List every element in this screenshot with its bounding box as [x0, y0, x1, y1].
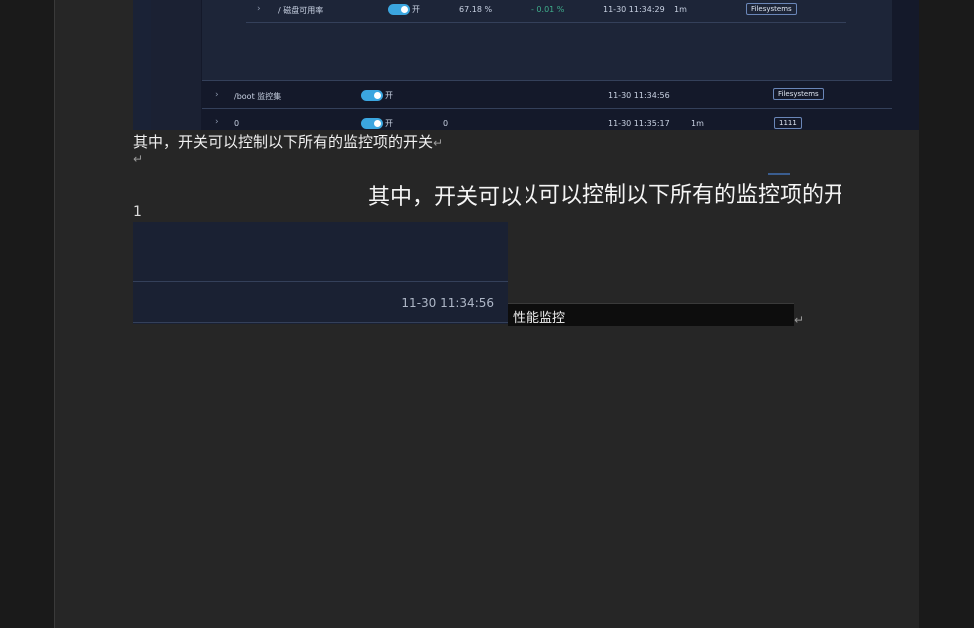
return-mark: ↵ — [794, 313, 805, 327]
toggle-switch[interactable] — [388, 4, 410, 15]
toggle-label: 开 — [412, 5, 420, 14]
return-mark: ↵ — [133, 152, 144, 166]
large-text-left: 其中，开关可以 — [368, 185, 523, 210]
row-divider — [133, 281, 508, 282]
right-margin — [919, 0, 974, 628]
toggle-label: 开 — [385, 91, 393, 100]
toggle-label: 开 — [385, 119, 393, 128]
metric-time: 11-30 11:34:29 — [603, 5, 665, 14]
chevron-right-icon[interactable]: › — [257, 4, 261, 14]
toggle-switch[interactable] — [361, 118, 383, 129]
category-tag: 1111 — [774, 117, 802, 129]
paragraph-text: 其中，开关可以控制以下所有的监控项的开关↵ — [133, 133, 444, 151]
category-tag: Filesystems — [773, 88, 824, 100]
metric-name: / 磁盘可用率 — [278, 6, 324, 15]
metric-time: 11-30 11:35:17 — [608, 119, 670, 128]
row-divider — [133, 322, 508, 323]
performance-monitor-bar: 性能监控 — [508, 303, 794, 326]
bar-label: 性能监控 — [513, 311, 566, 326]
row-divider — [202, 108, 892, 109]
chevron-right-icon[interactable]: › — [215, 117, 219, 127]
metric-name: /boot 监控集 — [234, 92, 282, 101]
large-text-right: 以可以控制以下所有的监控项的开 — [526, 183, 841, 205]
expanded-row-panel: › / 磁盘可用率 开 67.18 % - 0.01 % 11-30 11:34… — [202, 0, 892, 81]
timestamp-text: 11-30 11:34:56 — [401, 296, 494, 310]
toggle-switch[interactable] — [361, 90, 383, 101]
embedded-monitor-screenshot: › / 磁盘可用率 开 67.18 % - 0.01 % 11-30 11:34… — [133, 0, 919, 130]
embedded-table-image: 11-30 11:34:56 — [133, 222, 508, 324]
category-tag: Filesystems — [746, 3, 797, 15]
embed-mid-column — [151, 0, 201, 130]
metric-interval: 1m — [674, 5, 687, 14]
left-margin — [0, 0, 54, 628]
accent-line — [768, 173, 790, 175]
cropped-image: 以可以控制以下所有的监控项的开 — [526, 173, 841, 205]
chevron-right-icon[interactable]: › — [215, 90, 219, 100]
metric-value: 67.18 % — [459, 5, 493, 14]
metric-interval: 1m — [691, 119, 704, 128]
metric-name: 0 — [234, 119, 240, 128]
return-mark: ↵ — [433, 136, 444, 150]
metric-delta: - 0.01 % — [531, 5, 565, 14]
row-divider — [246, 22, 846, 23]
number-text: 1 — [133, 204, 142, 220]
metric-time: 11-30 11:34:56 — [608, 91, 670, 100]
embed-left-column — [133, 0, 151, 130]
metric-value: 0 — [443, 119, 449, 128]
